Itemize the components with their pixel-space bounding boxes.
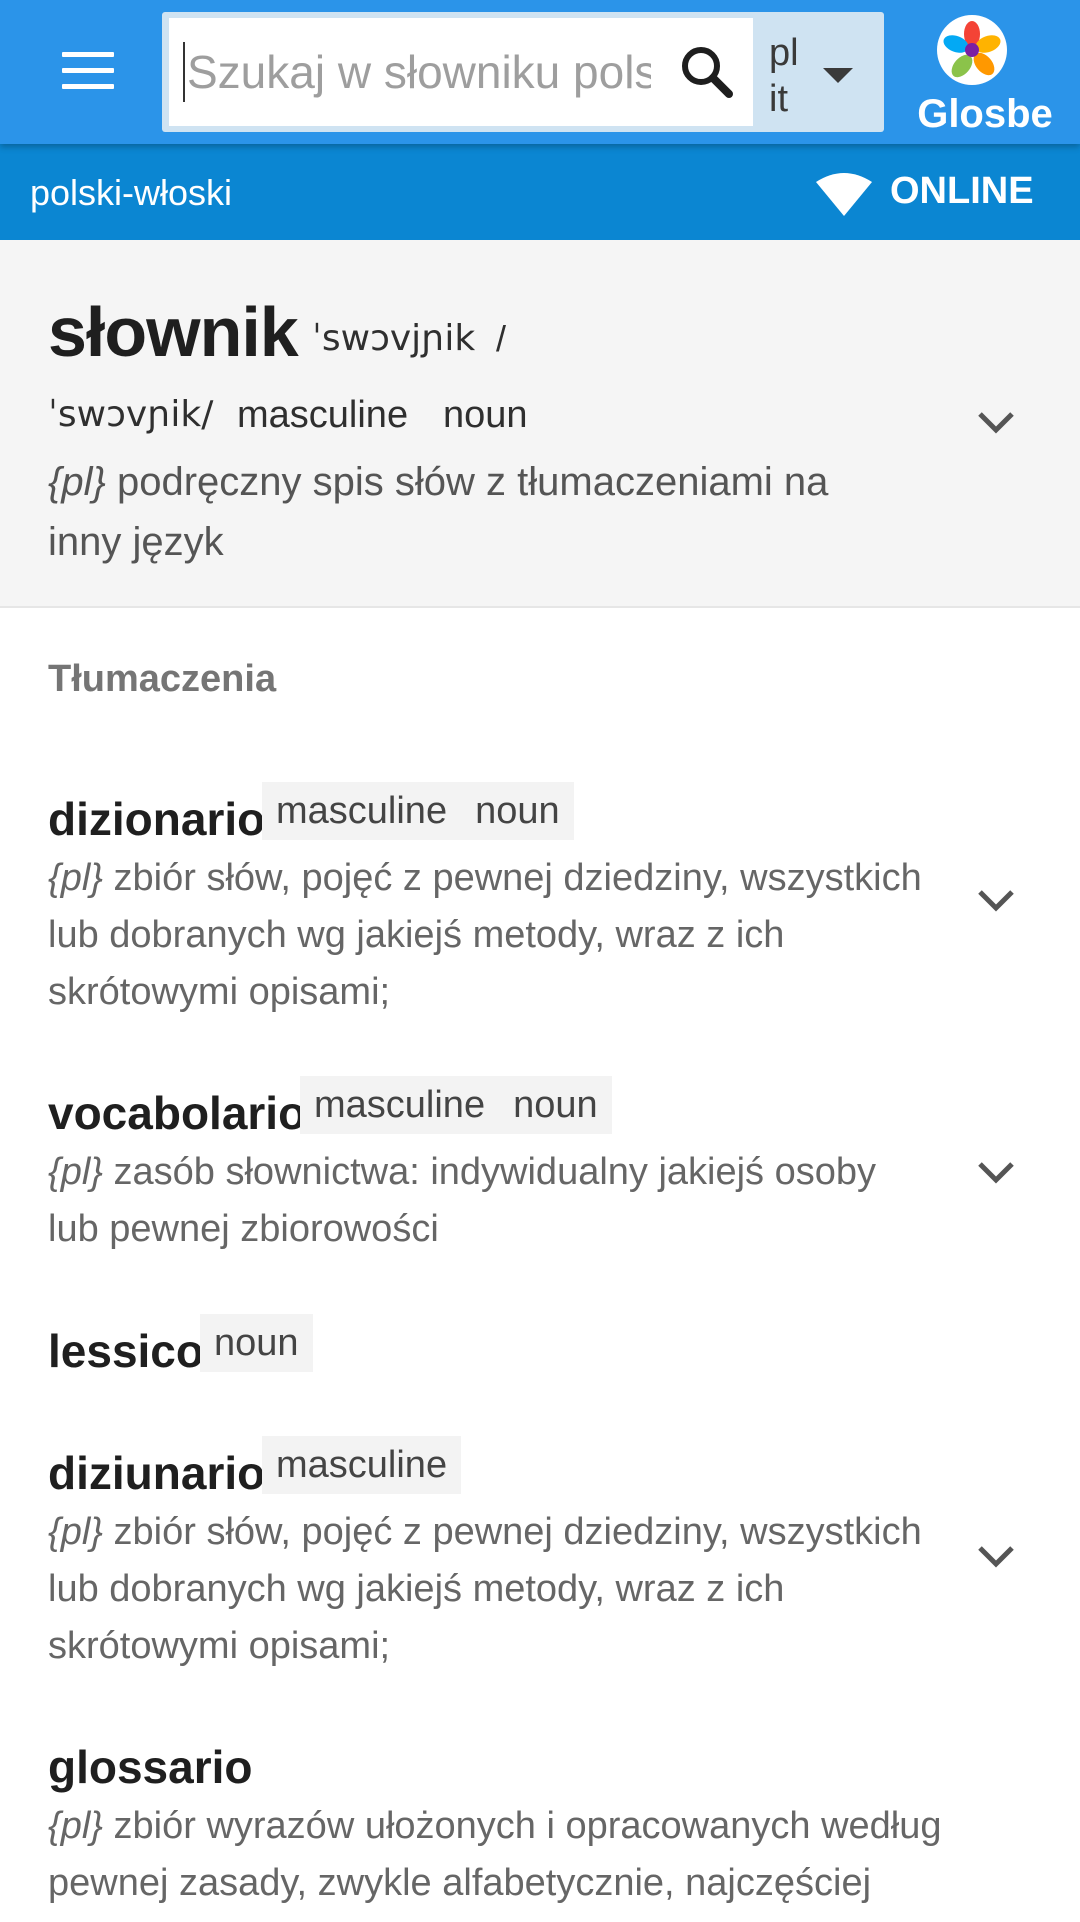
translation-definition: {pl} zbiór słów, pojęć z pewnej dziedzin… <box>48 1504 928 1675</box>
menu-icon[interactable] <box>58 48 118 96</box>
translation-term[interactable]: diziunario <box>48 1446 265 1500</box>
language-pair-select[interactable]: pl it <box>753 18 878 126</box>
chevron-down-icon[interactable] <box>974 1156 1018 1186</box>
search-box: pl it <box>162 12 884 132</box>
translation-term[interactable]: lessico <box>48 1324 204 1378</box>
language-bar: polski-włoski ONLINE <box>0 144 1080 240</box>
pos-tag: noun <box>513 1084 598 1126</box>
definition-text: podręczny spis słów z tłumaczeniami na i… <box>48 460 829 564</box>
gender-tag: masculine <box>314 1084 486 1126</box>
app-bar: pl it Glosbe <box>0 0 1080 144</box>
pos-tag: noun <box>475 790 560 832</box>
menu-line <box>62 84 114 89</box>
grammar-tags: masculine <box>262 1436 462 1494</box>
glosbe-logo[interactable]: Glosbe <box>900 10 1070 136</box>
language-pair-label: polski-włoski <box>30 172 233 213</box>
menu-line <box>62 68 114 73</box>
lang-to-label: it <box>769 78 788 120</box>
pos-tag: noun <box>214 1322 299 1364</box>
definition-text: zbiór słów, pojęć z pewnej dziedziny, ws… <box>48 1511 922 1667</box>
pronunciation-separator: / <box>496 318 507 359</box>
chevron-down-icon[interactable] <box>974 884 1018 914</box>
search-icon[interactable] <box>673 40 743 106</box>
search-input[interactable] <box>183 42 653 102</box>
translation-definition: {pl} zbiór słów, pojęć z pewnej dziedzin… <box>48 850 928 1021</box>
lang-from-label: pl <box>769 32 799 74</box>
translation-term[interactable]: glossario <box>48 1740 253 1794</box>
section-title: Tłumaczenia <box>48 658 277 700</box>
translation-item: vocabolario masculine noun {pl} zasób sło… <box>0 1076 1080 1250</box>
pos-tag: noun <box>443 394 528 436</box>
search-field[interactable] <box>169 18 753 126</box>
glosbe-logo-icon <box>937 15 1007 85</box>
lang-tag: {pl} <box>48 460 106 504</box>
definition-text: zbiór słów, pojęć z pewnej dziedziny, ws… <box>48 857 922 1013</box>
lang-tag: {pl} <box>48 1805 103 1847</box>
translation-item: diziunario masculine {pl} zbiór słów, po… <box>0 1436 1080 1667</box>
gender-tag: masculine <box>276 790 448 832</box>
wifi-icon <box>816 173 872 216</box>
translation-item: glossario {pl} zbiór wyrazów ułożonych i… <box>0 1740 1080 1922</box>
translation-definition: {pl} zbiór wyrazów ułożonych i opracowan… <box>48 1798 1008 1912</box>
definition-text: zbiór wyrazów ułożonych i opracowanych w… <box>48 1805 942 1904</box>
translation-item: dizionario masculine noun {pl} zbiór słów… <box>0 782 1080 1013</box>
online-status-label: ONLINE <box>890 170 1034 212</box>
pronunciation: ˈswɔvjɲik <box>312 318 476 359</box>
logo-text: Glosbe <box>917 92 1053 136</box>
translation-item: lessico noun <box>0 1314 1080 1384</box>
translation-definition: {pl} zasób słownictwa: indywidualny jaki… <box>48 1144 928 1258</box>
grammar-tags: noun <box>200 1314 313 1372</box>
translation-term[interactable]: dizionario <box>48 792 265 846</box>
headword-definition: {pl} podręczny spis słów z tłumaczeniami… <box>48 452 908 572</box>
lang-tag: {pl} <box>48 1511 103 1553</box>
chevron-down-icon[interactable] <box>974 406 1018 436</box>
grammar-tags: masculine noun <box>300 1076 612 1134</box>
translations-section: Tłumaczenia dizionario masculine noun {pl… <box>0 606 1080 1920</box>
lang-tag: {pl} <box>48 857 103 899</box>
translation-term[interactable]: vocabolario <box>48 1086 306 1140</box>
grammar-tags: masculine noun <box>262 782 574 840</box>
menu-line <box>62 52 114 57</box>
definition-text: zasób słownictwa: indywidualny jakiejś o… <box>48 1151 877 1250</box>
lang-tag: {pl} <box>48 1151 103 1193</box>
caret-down-icon <box>823 68 853 83</box>
gender-tag: masculine <box>237 394 409 436</box>
gender-tag: masculine <box>276 1444 448 1486</box>
pronunciation-alt: ˈswɔvɲik/ <box>48 394 214 435</box>
headword: słownik <box>48 293 299 371</box>
headword-card: słownik ˈswɔvjɲik / ˈswɔvɲik/ masculine … <box>0 240 1080 606</box>
chevron-down-icon[interactable] <box>974 1540 1018 1570</box>
